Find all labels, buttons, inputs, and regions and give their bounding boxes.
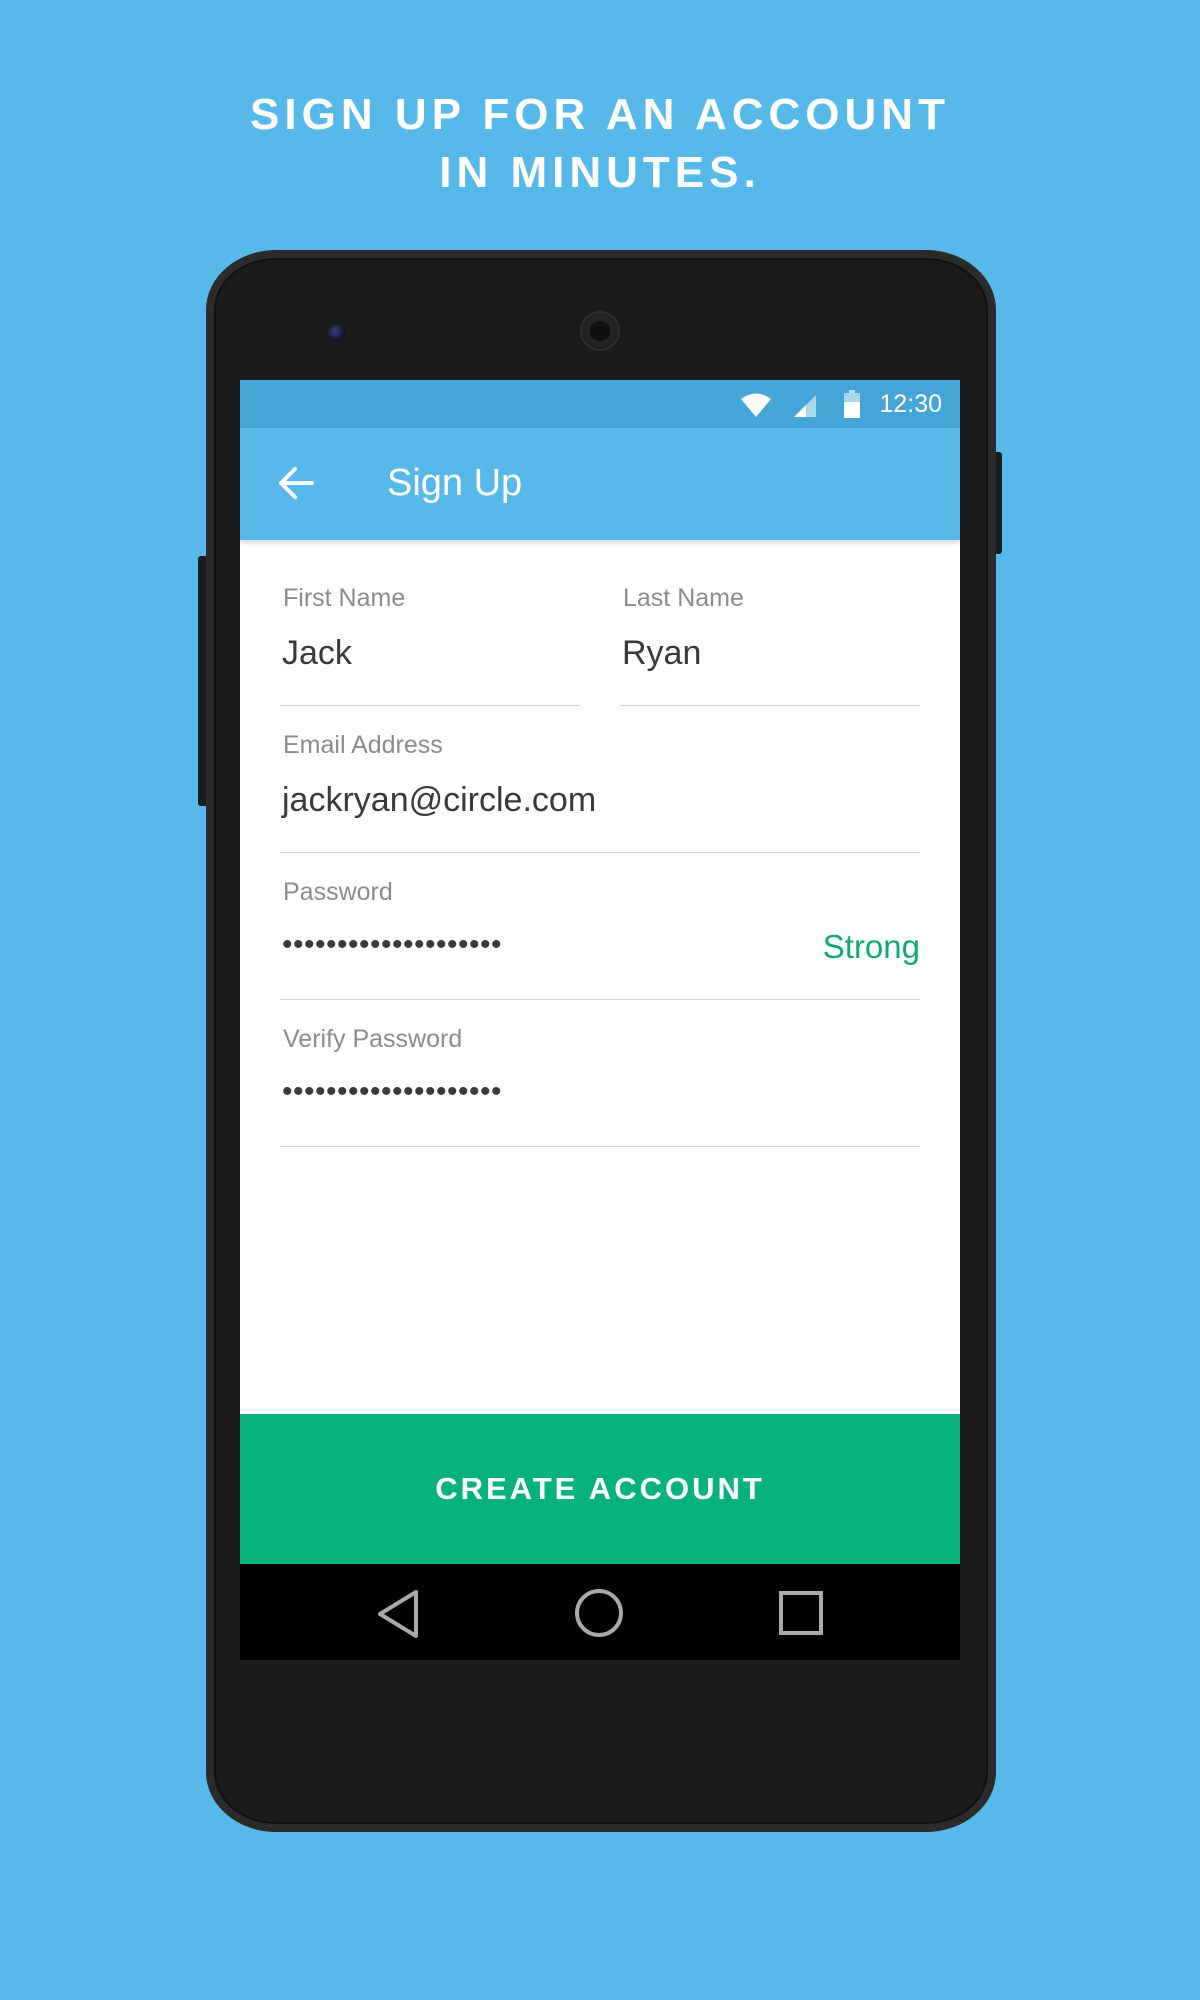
battery-icon — [844, 390, 860, 418]
nav-home-icon[interactable] — [574, 1588, 624, 1638]
password-strength-indicator: Strong — [822, 928, 920, 965]
verify-password-value: •••••••••••••••••••• — [282, 1075, 503, 1108]
cell-signal-icon — [794, 395, 816, 417]
first-name-label: First Name — [283, 584, 406, 612]
promo-headline-line-1: SIGN UP FOR AN ACCOUNT — [250, 90, 950, 139]
first-name-value: Jack — [282, 634, 352, 672]
email-field[interactable]: Email Address jackryan@circle.com — [280, 731, 920, 853]
page-title: Sign Up — [387, 462, 523, 504]
last-name-label: Last Name — [623, 584, 744, 612]
app-bar: Sign Up — [240, 428, 960, 540]
status-bar: 12:30 — [240, 380, 960, 428]
verify-password-field[interactable]: Verify Password •••••••••••••••••••• — [280, 1025, 920, 1147]
password-field[interactable]: Password •••••••••••••••••••• Strong — [280, 878, 920, 1000]
nav-recents-icon[interactable] — [778, 1590, 824, 1636]
create-account-button[interactable]: CREATE ACCOUNT — [240, 1414, 960, 1564]
earpiece-speaker — [580, 311, 620, 351]
email-value: jackryan@circle.com — [282, 781, 597, 819]
password-value: •••••••••••••••••••• — [282, 928, 503, 961]
verify-password-label: Verify Password — [283, 1025, 463, 1053]
last-name-value: Ryan — [622, 634, 702, 672]
password-label: Password — [283, 878, 393, 906]
first-name-field[interactable]: First Name Jack — [280, 584, 580, 706]
system-nav-bar — [240, 1564, 960, 1660]
arrow-left-icon[interactable] — [278, 466, 314, 500]
wifi-icon — [741, 393, 771, 417]
phone-screen: 12:30 Sign Up First Name Jack Last Name … — [240, 380, 960, 1660]
promo-headline: SIGN UP FOR AN ACCOUNT IN MINUTES. — [0, 86, 1200, 202]
last-name-field[interactable]: Last Name Ryan — [620, 584, 920, 706]
nav-back-icon[interactable] — [374, 1588, 422, 1640]
status-time: 12:30 — [879, 390, 942, 418]
promo-headline-line-2: IN MINUTES. — [439, 148, 761, 197]
front-camera — [328, 324, 346, 342]
email-label: Email Address — [283, 731, 443, 759]
